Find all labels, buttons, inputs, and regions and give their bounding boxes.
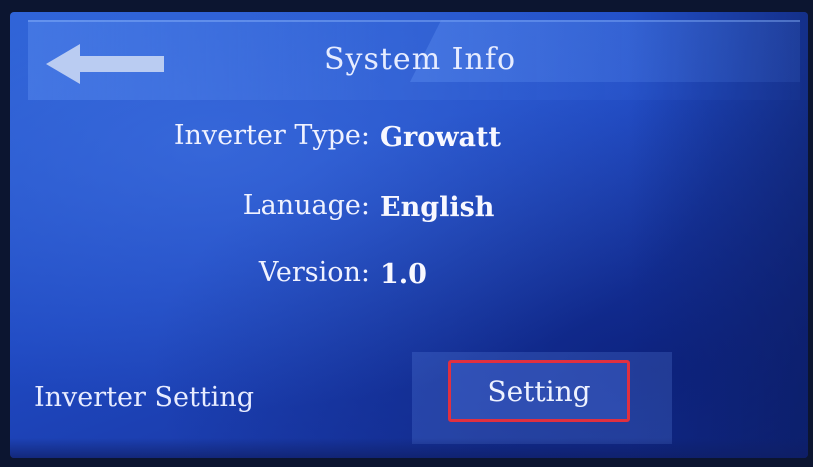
inverter-type-value: Growatt bbox=[380, 122, 501, 153]
page-title: System Info bbox=[323, 42, 517, 77]
language-value: English bbox=[380, 192, 495, 223]
left-arrow-icon bbox=[46, 44, 164, 84]
version-value: 1.0 bbox=[380, 259, 427, 290]
inverter-setting-label: Inverter Setting bbox=[34, 382, 254, 413]
device-bezel: System Info Inverter Type: Growatt Lanua… bbox=[0, 0, 813, 467]
setting-button[interactable]: Setting bbox=[448, 360, 630, 422]
lcd-screen: System Info Inverter Type: Growatt Lanua… bbox=[10, 12, 808, 458]
back-button[interactable] bbox=[46, 42, 166, 86]
language-label: Lanuage: bbox=[242, 190, 370, 221]
bottom-bar bbox=[10, 438, 808, 458]
inverter-type-label: Inverter Type: bbox=[173, 120, 370, 151]
version-label: Version: bbox=[258, 257, 370, 288]
